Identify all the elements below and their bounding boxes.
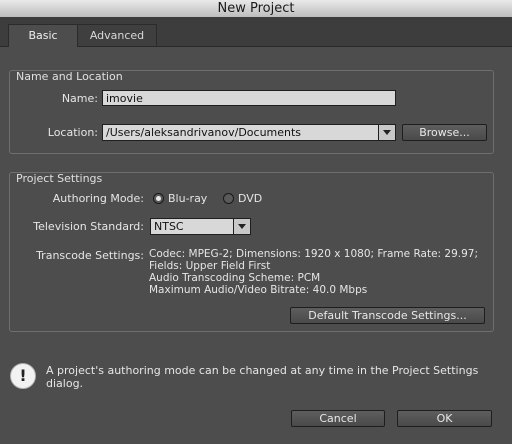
name-label: Name:	[61, 92, 98, 105]
transcode-line: Audio Transcoding Scheme: PCM	[149, 272, 321, 284]
default-transcode-settings-button[interactable]: Default Transcode Settings...	[290, 307, 485, 324]
tv-standard-value: NTSC	[154, 220, 184, 233]
cancel-button[interactable]: Cancel	[291, 410, 385, 427]
location-label: Location:	[47, 126, 98, 139]
name-input[interactable]	[102, 90, 396, 106]
transcode-line: Codec: MPEG-2; Dimensions: 1920 x 1080; …	[149, 248, 479, 260]
project-settings-title: Project Settings	[16, 172, 103, 185]
transcode-details: Codec: MPEG-2; Dimensions: 1920 x 1080; …	[149, 248, 478, 296]
location-value: /Users/aleksandrivanov/Documents	[106, 126, 302, 139]
radio-bluray[interactable]	[153, 193, 164, 204]
dvd-label[interactable]: DVD	[238, 192, 262, 205]
radio-dvd[interactable]	[223, 193, 234, 204]
browse-button[interactable]: Browse...	[402, 124, 487, 141]
bluray-label[interactable]: Blu-ray	[168, 192, 207, 205]
name-location-group: Name and Location	[9, 70, 494, 154]
location-select[interactable]: /Users/aleksandrivanov/Documents	[102, 124, 396, 141]
tab-advanced[interactable]: Advanced	[78, 24, 157, 47]
info-message: A project's authoring mode can be change…	[46, 364, 479, 390]
ok-button[interactable]: OK	[397, 410, 492, 427]
name-location-title: Name and Location	[16, 70, 123, 83]
window-title: New Project	[0, 0, 512, 18]
chevron-down-icon[interactable]	[233, 219, 250, 234]
chevron-down-icon[interactable]	[378, 125, 395, 140]
tv-standard-select[interactable]: NTSC	[150, 218, 251, 235]
transcode-label: Transcode Settings:	[36, 249, 144, 262]
transcode-line: Maximum Audio/Video Bitrate: 40.0 Mbps	[149, 284, 368, 296]
tab-basic[interactable]: Basic	[8, 24, 78, 47]
transcode-line: Fields: Upper Field First	[149, 260, 271, 272]
exclamation-icon: !	[10, 363, 36, 389]
authoring-mode-label: Authoring Mode:	[52, 192, 144, 205]
tv-standard-label: Television Standard:	[33, 220, 144, 233]
